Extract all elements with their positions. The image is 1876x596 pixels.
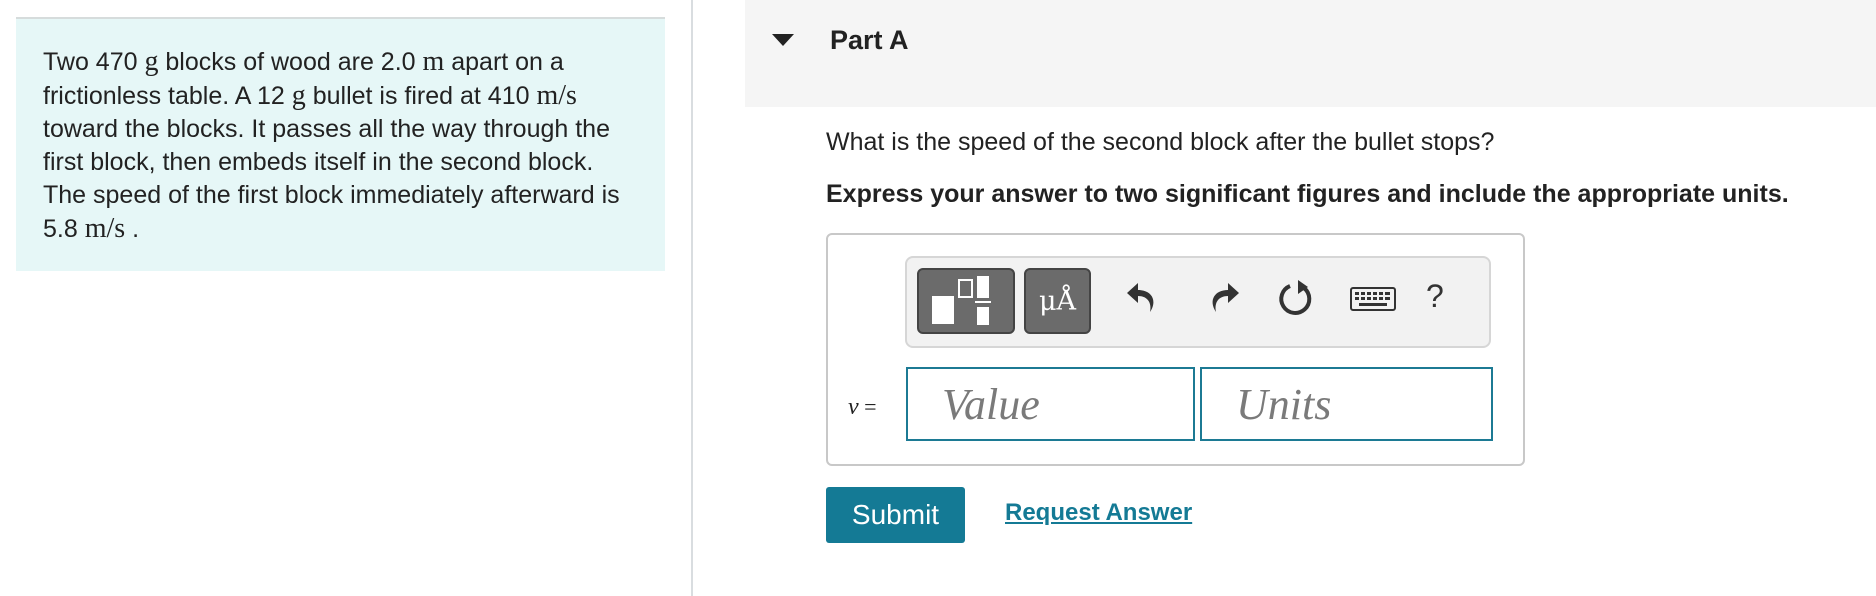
problem-text: Two 470 g blocks of wood are 2.0 m apart… <box>43 45 639 246</box>
part-title: Part A <box>830 25 909 55</box>
keyboard-icon <box>1350 287 1396 311</box>
equals-sign: = <box>864 394 877 419</box>
undo-icon <box>1127 283 1154 312</box>
unit-meters-per-second: m/s <box>84 213 126 244</box>
reset-icon <box>1279 280 1312 315</box>
problem-text-part: blocks of wood are 2.0 <box>158 48 423 76</box>
symbols-button[interactable]: μÅ <box>1024 268 1091 334</box>
instruction-text: Express your answer to two significant f… <box>826 180 1789 208</box>
variable-symbol: v <box>848 394 859 420</box>
submit-button[interactable]: Submit <box>826 487 965 543</box>
panel-divider <box>691 0 693 596</box>
symbols-icon: μÅ <box>1038 286 1077 317</box>
templates-button[interactable] <box>917 268 1015 334</box>
request-answer-link[interactable]: Request Answer <box>1005 499 1192 527</box>
unit-grams: g <box>144 46 159 77</box>
redo-button[interactable] <box>1196 274 1246 324</box>
value-input[interactable]: Value <box>906 367 1195 441</box>
part-header[interactable]: Part A <box>745 0 1876 107</box>
answer-box: μÅ ? v = Value Units <box>826 233 1525 466</box>
reset-button[interactable] <box>1271 274 1321 324</box>
templates-icon <box>932 276 991 325</box>
problem-text-part: Two 470 <box>43 48 145 76</box>
help-icon: ? <box>1426 278 1444 314</box>
caret-down-icon[interactable] <box>772 34 794 46</box>
math-toolbar: μÅ ? <box>905 256 1491 348</box>
redo-icon <box>1212 283 1239 312</box>
undo-button[interactable] <box>1120 274 1170 324</box>
problem-statement: Two 470 g blocks of wood are 2.0 m apart… <box>16 17 665 271</box>
unit-meters-per-second: m/s <box>536 80 577 111</box>
unit-meters: m <box>422 46 445 77</box>
problem-text-part: . <box>125 215 140 243</box>
question-text: What is the speed of the second block af… <box>826 128 1495 156</box>
help-button[interactable]: ? <box>1426 278 1444 315</box>
keyboard-button[interactable] <box>1348 274 1398 324</box>
units-input[interactable]: Units <box>1200 367 1493 441</box>
problem-text-part: bullet is fired at 410 <box>305 82 537 110</box>
unit-grams: g <box>291 80 306 111</box>
answer-variable-label: v = <box>848 394 877 421</box>
